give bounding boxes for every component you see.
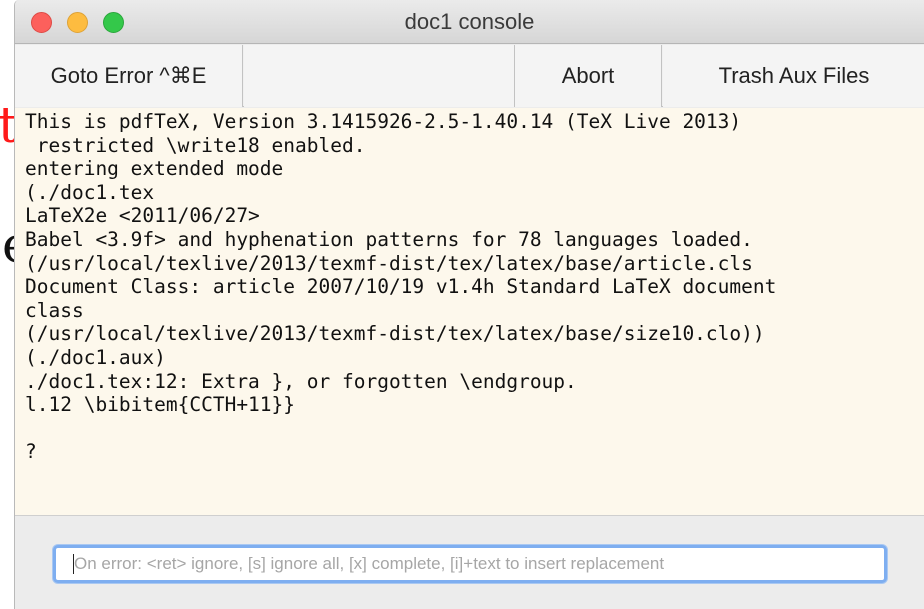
console-line: Babel <3.9f> and hyphenation patterns fo…	[25, 227, 753, 251]
error-response-input[interactable]	[53, 545, 887, 583]
console-line: Document Class: article 2007/10/19 v1.4h…	[25, 275, 777, 299]
console-line: (/usr/local/texlive/2013/texmf-dist/tex/…	[25, 251, 753, 275]
title-bar[interactable]: doc1 console	[15, 0, 924, 44]
console-window: doc1 console Goto Error ^⌘E Abort Trash …	[14, 0, 924, 609]
abort-button[interactable]: Abort	[514, 45, 662, 107]
goto-error-button[interactable]: Goto Error ^⌘E	[15, 45, 243, 107]
console-line: l.12 \bibitem{CCTH+11}}	[25, 393, 296, 417]
trash-aux-files-button[interactable]: Trash Aux Files	[663, 45, 924, 107]
input-area	[15, 517, 924, 609]
text-cursor	[73, 554, 74, 574]
console-line: class	[25, 298, 84, 322]
toolbar-spacer	[244, 45, 514, 107]
console-line: (./doc1.tex	[25, 180, 155, 204]
console-line: LaTeX2e <2011/06/27>	[25, 204, 260, 228]
console-line: (./doc1.aux)	[25, 345, 166, 369]
console-line: ?	[25, 440, 37, 464]
console-line: entering extended mode	[25, 157, 284, 181]
console-output[interactable]: This is pdfTeX, Version 3.1415926-2.5-1.…	[15, 108, 924, 516]
console-line: (/usr/local/texlive/2013/texmf-dist/tex/…	[25, 322, 765, 346]
console-line: This is pdfTeX, Version 3.1415926-2.5-1.…	[25, 110, 742, 133]
window-title: doc1 console	[404, 9, 535, 34]
console-line: ./doc1.tex:12: Extra }, or forgotten \en…	[25, 369, 577, 393]
toolbar: Goto Error ^⌘E Abort Trash Aux Files	[15, 45, 924, 107]
console-line: restricted \write18 enabled.	[25, 133, 366, 157]
